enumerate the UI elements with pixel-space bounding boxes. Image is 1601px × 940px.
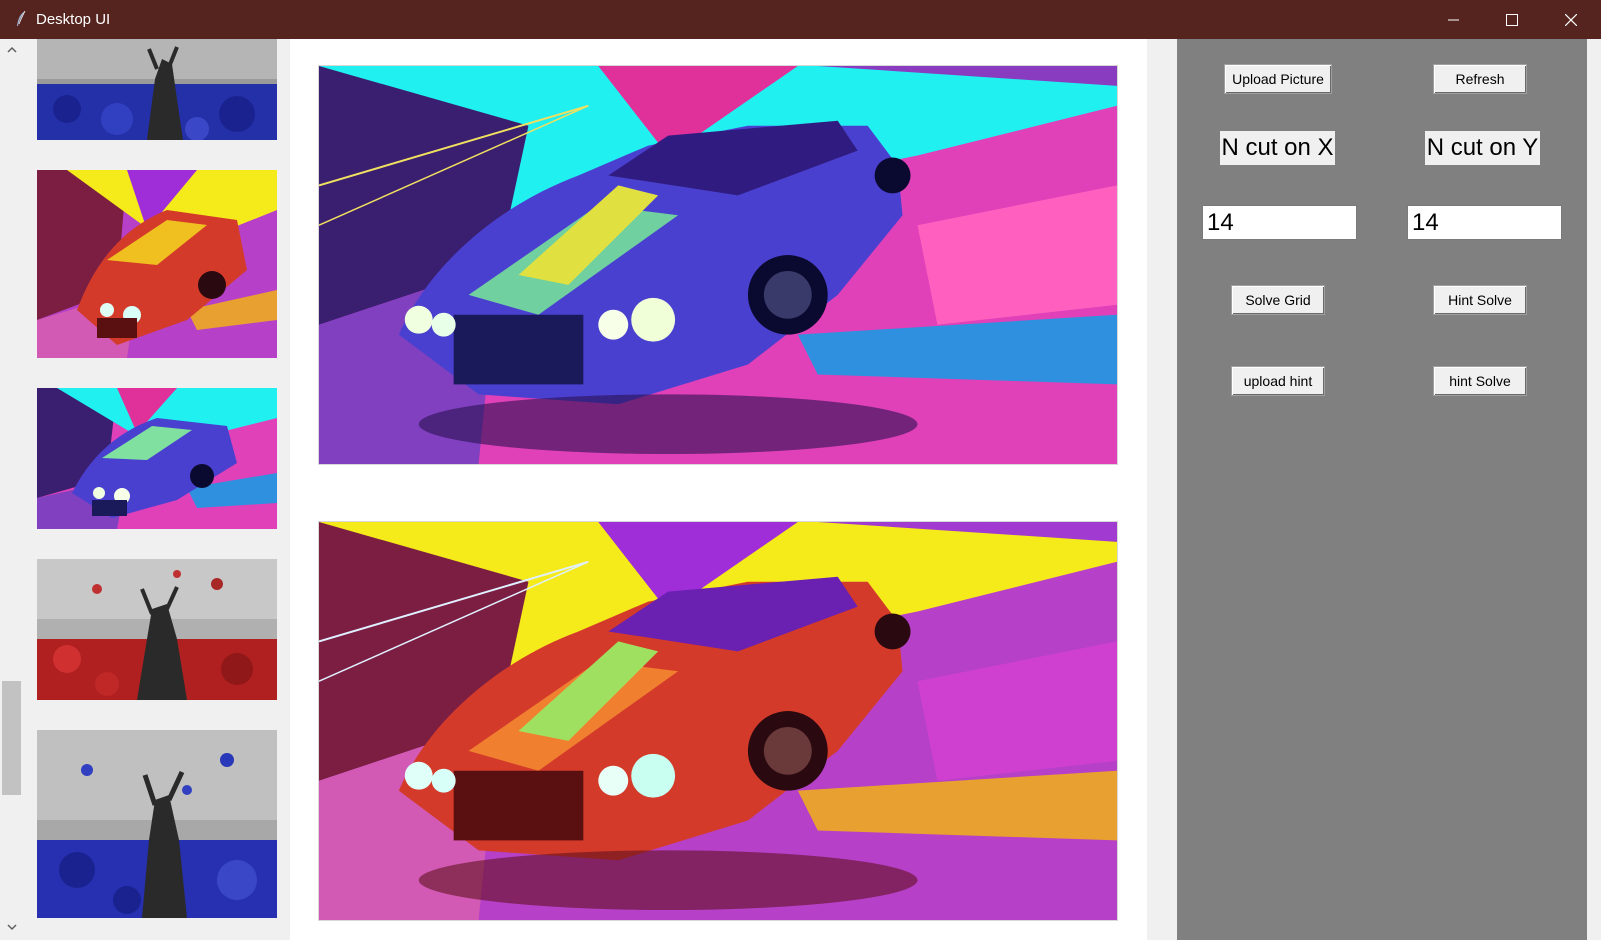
- statue-red-image: [37, 559, 277, 700]
- car-cyan-main-image: [319, 66, 1117, 464]
- thumbnail-car-cyan[interactable]: [37, 388, 277, 529]
- window-title: Desktop UI: [36, 11, 111, 28]
- close-icon: [1565, 13, 1577, 26]
- hint-solve-lower-button[interactable]: hint Solve: [1433, 366, 1527, 396]
- scroll-up-arrow-icon[interactable]: [4, 43, 20, 57]
- thumbnail-statue-blue-partial[interactable]: [37, 39, 277, 140]
- feather-icon: [17, 10, 26, 26]
- thumbnail-panel: [0, 39, 290, 940]
- n-cut-x-label: N cut on X: [1220, 131, 1335, 165]
- statue-blue-image: [37, 730, 277, 918]
- main-image-bottom: [318, 521, 1118, 921]
- close-button[interactable]: [1542, 0, 1600, 39]
- car-cyan-image: [37, 388, 277, 529]
- minimize-icon: [1448, 19, 1459, 20]
- thumbnail-statue-red[interactable]: [37, 559, 277, 700]
- n-cut-y-input[interactable]: [1407, 205, 1562, 240]
- refresh-button[interactable]: Refresh: [1433, 64, 1527, 94]
- car-warm-main-image: [319, 522, 1117, 920]
- upload-picture-button[interactable]: Upload Picture: [1224, 64, 1332, 94]
- scrollbar-thumb[interactable]: [2, 681, 21, 795]
- statue-image: [37, 39, 277, 140]
- maximize-button[interactable]: [1483, 0, 1541, 39]
- window-right-edge: [1587, 39, 1601, 940]
- control-panel: Upload Picture Refresh N cut on X N cut …: [1177, 39, 1587, 940]
- main-image-top: [318, 65, 1118, 465]
- solve-grid-button[interactable]: Solve Grid: [1231, 285, 1325, 315]
- scroll-down-arrow-icon[interactable]: [4, 920, 20, 934]
- minimize-button[interactable]: [1425, 0, 1483, 39]
- n-cut-x-input[interactable]: [1202, 205, 1357, 240]
- upload-hint-button[interactable]: upload hint: [1231, 366, 1325, 396]
- image-canvas: [290, 39, 1147, 940]
- panel-divider: [1147, 39, 1177, 940]
- title-bar: Desktop UI: [0, 0, 1601, 39]
- maximize-icon: [1506, 13, 1518, 26]
- thumbnail-statue-blue[interactable]: [37, 730, 277, 918]
- vertical-scrollbar[interactable]: [0, 39, 24, 940]
- car-warm-image: [37, 170, 277, 358]
- thumbnail-car-warm[interactable]: [37, 170, 277, 358]
- n-cut-y-label: N cut on Y: [1425, 131, 1540, 165]
- hint-solve-button[interactable]: Hint Solve: [1433, 285, 1527, 315]
